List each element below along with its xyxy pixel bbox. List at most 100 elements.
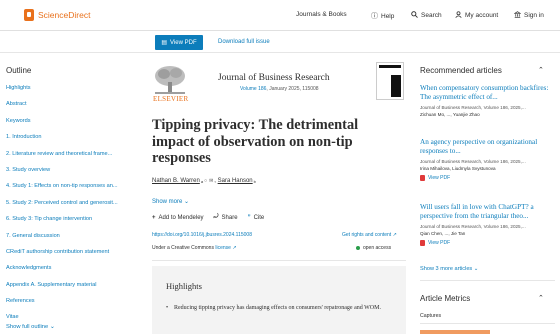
- recommended-article-source: Journal of Business Research, Volume 186…: [420, 223, 526, 229]
- sidebar-divider: [420, 280, 555, 281]
- doi-link[interactable]: https://doi.org/10.1016/j.jbusres.2024.1…: [152, 232, 252, 238]
- nav-my-account[interactable]: My account: [455, 11, 498, 20]
- plus-icon: +: [152, 214, 156, 221]
- view-pdf-button[interactable]: ▤ View PDF: [155, 35, 203, 50]
- external-link-icon: ↗: [392, 232, 397, 238]
- add-to-mendeley-label: Add to Mendeley: [158, 214, 204, 221]
- outline-item-study-2[interactable]: 5. Study 2: Perceived control and genero…: [6, 199, 142, 215]
- recommended-article-authors: Zichuan Mo, ..., Yuanjie Zhao: [420, 111, 480, 117]
- article-actions: + Add to Mendeley ⤾ Share ” Cite: [152, 214, 274, 221]
- outline-item-introduction[interactable]: 1. Introduction: [6, 133, 142, 149]
- nav-search[interactable]: Search: [411, 11, 442, 20]
- license-statement: Under a Creative Commons license ↗: [152, 245, 237, 251]
- brand-link[interactable]: ScienceDirect: [24, 9, 90, 21]
- article-toolbar: ▤ View PDF Download full issue: [0, 31, 560, 53]
- cover-block: [391, 75, 401, 97]
- outline-item-credit[interactable]: CRediT authorship contribution statement: [6, 248, 142, 264]
- recommended-heading: Recommended articles: [420, 66, 502, 75]
- recommended-article-authors: Qian Chen, ..., Jie Tan: [420, 230, 466, 236]
- show-full-outline-button[interactable]: Show full outline ⌄: [6, 324, 55, 330]
- show-full-outline-label: Show full outline: [6, 324, 49, 330]
- recommended-article: An agency perspective on organizational …: [420, 138, 555, 181]
- recommended-article-title[interactable]: Will users fall in love with ChatGPT? a …: [420, 203, 555, 222]
- user-icon: [455, 11, 462, 20]
- highlight-text: Reducing tipping privacy has damaging ef…: [174, 305, 381, 311]
- author-affiliation-marker[interactable]: a: [201, 179, 203, 184]
- article-metrics-heading: Article Metrics: [420, 294, 471, 303]
- right-sidebar: Recommended articles ⌃ When compensatory…: [413, 54, 560, 334]
- top-bar: ScienceDirect Journals & Books ⓘ Help Se…: [0, 0, 560, 31]
- outline-panel: Outline Highlights Abstract Keywords 1. …: [0, 54, 150, 334]
- metrics-divider: [420, 323, 555, 324]
- author-link[interactable]: Nathan B. Warren: [152, 178, 200, 184]
- add-to-mendeley-button[interactable]: + Add to Mendeley: [152, 215, 204, 221]
- highlights-heading: Highlights: [166, 281, 202, 291]
- outline-item-appendix[interactable]: Appendix A. Supplementary material: [6, 281, 142, 297]
- outline-item-literature-review[interactable]: 2. Literature review and theoretical fra…: [6, 150, 142, 166]
- nav-search-label: Search: [421, 12, 442, 19]
- recommended-article-source: Journal of Business Research, Volume 186…: [420, 158, 526, 164]
- publisher-wordmark: ELSEVIER: [153, 95, 189, 103]
- view-pdf-label: View PDF: [428, 174, 451, 181]
- cite-button[interactable]: ” Cite: [248, 215, 265, 221]
- journal-cover-thumbnail[interactable]: [376, 62, 404, 100]
- chevron-down-icon: ⌄: [184, 199, 190, 205]
- nav-journals-books[interactable]: Journals & Books: [296, 11, 347, 18]
- recommended-article: Will users fall in love with ChatGPT? a …: [420, 203, 555, 246]
- outline-item-references[interactable]: References: [6, 297, 142, 313]
- show-more-button[interactable]: Show more ⌄: [152, 198, 189, 205]
- show-more-articles-label: Show 3 more articles: [420, 266, 473, 272]
- recommended-article-title[interactable]: When compensatory consumption backfires:…: [420, 84, 555, 103]
- outline-item-keywords[interactable]: Keywords: [6, 117, 142, 133]
- outline-heading: Outline: [6, 66, 32, 75]
- captures-label: Captures: [420, 313, 442, 319]
- outline-item-highlights[interactable]: Highlights: [6, 84, 142, 100]
- outline-item-acknowledgments[interactable]: Acknowledgments: [6, 264, 142, 280]
- show-more-label: Show more: [152, 199, 183, 205]
- share-button[interactable]: ⤾ Share: [214, 214, 238, 221]
- license-link[interactable]: license: [215, 245, 231, 251]
- recommended-view-pdf-link[interactable]: View PDF: [420, 239, 555, 246]
- pdf-icon: ▤: [161, 40, 168, 46]
- nav-journals-books-label: Journals & Books: [296, 11, 347, 18]
- bullet: •: [166, 305, 169, 311]
- open-access-badge: open access: [356, 245, 391, 251]
- outline-item-study-overview[interactable]: 3. Study overview: [6, 166, 142, 182]
- outline-item-study-3[interactable]: 6. Study 3: Tip change intervention: [6, 215, 142, 231]
- email-icon[interactable]: ✉: [209, 178, 213, 184]
- open-access-label: open access: [363, 245, 392, 251]
- show-more-articles-button[interactable]: Show 3 more articles ⌄: [420, 266, 478, 272]
- nav-sign-in-label: Sign in: [524, 12, 544, 19]
- outline-item-abstract[interactable]: Abstract: [6, 100, 142, 116]
- chevron-up-icon[interactable]: ⌃: [538, 66, 544, 74]
- chevron-down-icon: ⌄: [473, 266, 479, 272]
- license-prefix: Under a Creative Commons: [152, 245, 214, 251]
- external-link-icon: ↗: [232, 245, 237, 251]
- section-divider: [152, 260, 406, 261]
- recommended-article-authors: Irina Mihailova, Liudmyla Svystunova: [420, 165, 496, 171]
- author-link[interactable]: Sara Hanson: [218, 178, 253, 184]
- search-icon: [411, 11, 418, 20]
- cite-label: Cite: [253, 214, 265, 221]
- nav-sign-in[interactable]: Sign in: [513, 11, 544, 20]
- journal-title-link[interactable]: Journal of Business Research: [218, 73, 330, 83]
- outline-item-general-discussion[interactable]: 7. General discussion: [6, 232, 142, 248]
- view-pdf-label: View PDF: [428, 239, 451, 246]
- issue-date-text: , January 2025, 115008: [266, 86, 319, 92]
- author-list: Nathan B. Warren a ○ ✉ , Sara Hanson b: [152, 178, 256, 184]
- recommended-article-title[interactable]: An agency perspective on organizational …: [420, 138, 555, 157]
- outline-item-study-1[interactable]: 4. Study 1: Effects on non-tip responses…: [6, 182, 142, 198]
- brand-name: ScienceDirect: [38, 10, 91, 20]
- recommended-view-pdf-link[interactable]: View PDF: [420, 174, 555, 181]
- volume-link[interactable]: Volume 186: [240, 86, 266, 92]
- nav-help[interactable]: ⓘ Help: [371, 11, 394, 21]
- author-affiliation-marker[interactable]: b: [254, 179, 256, 184]
- get-rights-link[interactable]: Get rights and content ↗: [342, 232, 397, 238]
- download-full-issue-link[interactable]: Download full issue: [218, 39, 270, 45]
- outline-list: Highlights Abstract Keywords 1. Introduc…: [6, 84, 142, 330]
- highlight-item: • Reducing tipping privacy has damaging …: [166, 304, 386, 312]
- chevron-up-icon[interactable]: ⌃: [538, 294, 544, 302]
- pdf-icon: [420, 239, 425, 246]
- person-icon[interactable]: ○: [204, 178, 207, 184]
- journal-issue-info: Volume 186, January 2025, 115008: [240, 86, 319, 92]
